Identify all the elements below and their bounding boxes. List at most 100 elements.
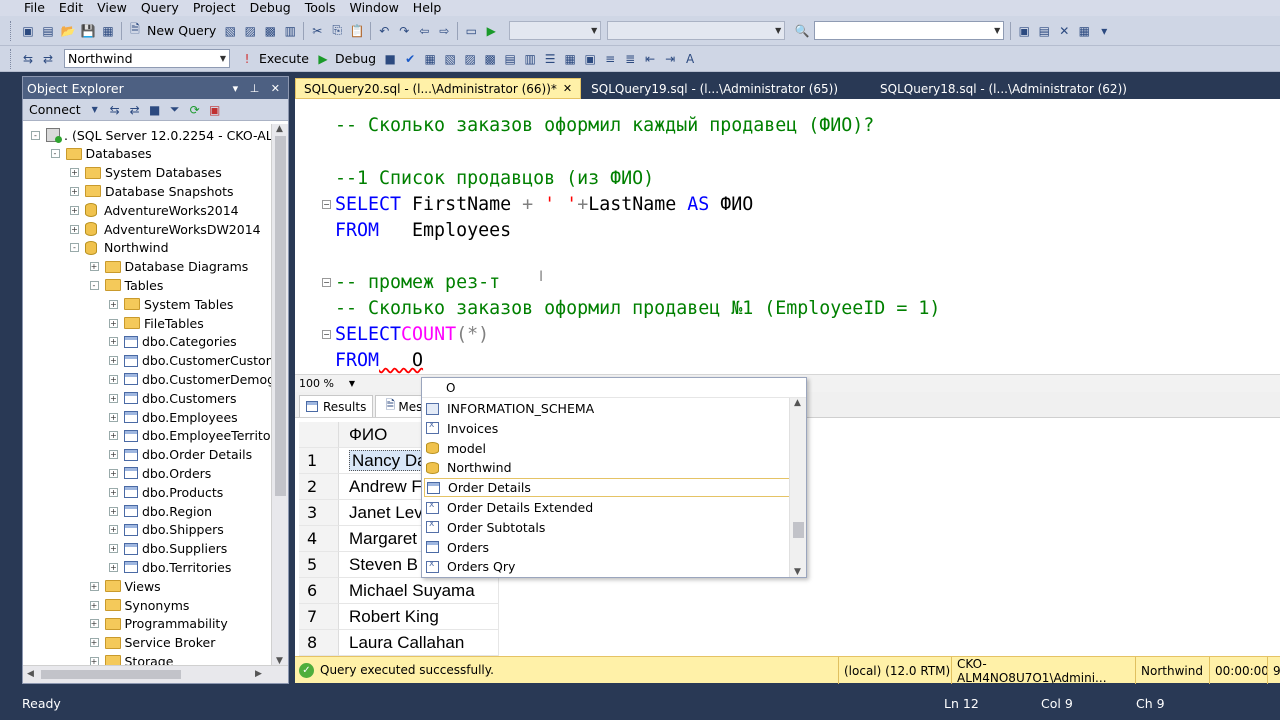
tree-node[interactable]: + dbo.Employees — [109, 408, 238, 426]
toolbar-grip[interactable] — [10, 20, 14, 41]
expand-icon[interactable]: + — [109, 487, 118, 497]
expand-icon[interactable]: + — [109, 506, 118, 516]
grid-corner[interactable] — [299, 422, 339, 448]
expand-icon[interactable]: + — [109, 562, 118, 572]
tree-node[interactable]: - . (SQL Server 12.0.2254 - CKO-ALM4I — [31, 126, 273, 144]
tree-vertical-scrollbar[interactable]: ▲ ▼ — [271, 124, 288, 666]
debug-button[interactable]: Debug — [335, 51, 376, 66]
expand-icon[interactable]: + — [109, 544, 118, 554]
toolbar-grip[interactable] — [10, 48, 14, 69]
expand-icon[interactable]: + — [109, 431, 118, 441]
collapse-icon[interactable]: - — [50, 149, 60, 159]
intellisense-item[interactable]: Invoices — [424, 419, 790, 438]
collapse-region-icon[interactable]: − — [322, 200, 331, 209]
results-to-file-icon[interactable]: ▣ — [581, 50, 599, 68]
table-row[interactable]: 7 Robert King — [299, 604, 499, 630]
intellisense-item[interactable]: Northwind — [424, 458, 790, 477]
change-connection-icon[interactable]: ⇄ — [39, 50, 57, 68]
collapse-icon[interactable]: - — [70, 243, 79, 253]
debug-icon[interactable]: ▶ — [314, 50, 332, 68]
document-tab[interactable]: SQLQuery20.sql - (l...\Administrator (66… — [295, 78, 582, 99]
tree-node[interactable]: + dbo.Order Details — [109, 446, 252, 464]
connect-dropdown-icon[interactable]: ▼ — [86, 101, 104, 119]
open-file-icon[interactable]: 📂 — [59, 22, 77, 40]
table-row[interactable]: 6 Michael Suyama — [299, 578, 499, 604]
disconnect-icon[interactable]: ⇄ — [126, 101, 144, 119]
expand-icon[interactable]: + — [109, 374, 118, 384]
registered-servers-icon[interactable]: ▦ — [1075, 22, 1093, 40]
expand-icon[interactable]: + — [89, 600, 99, 610]
cancel-query-icon[interactable]: ■ — [381, 50, 399, 68]
undo-icon[interactable]: ↶ — [375, 22, 393, 40]
expand-icon[interactable]: + — [109, 412, 118, 422]
find-icon[interactable]: 🔍 — [793, 22, 811, 40]
expand-icon[interactable]: + — [89, 619, 99, 629]
connect-icon[interactable]: ⇆ — [19, 50, 37, 68]
tree-node[interactable]: + FileTables — [109, 314, 204, 332]
screenshot-icon[interactable]: ▭ — [462, 22, 480, 40]
intellisense-item[interactable]: Order Details — [424, 478, 790, 498]
scroll-thumb[interactable] — [793, 522, 804, 538]
solution-explorer-icon[interactable]: ▣ — [1015, 22, 1033, 40]
available-databases-combo[interactable]: Northwind ▼ — [64, 49, 230, 68]
navigate-back-icon[interactable]: ⇦ — [415, 22, 433, 40]
menu-edit[interactable]: Edit — [52, 0, 90, 16]
collapse-icon[interactable]: - — [89, 280, 99, 290]
paste-icon[interactable]: 📋 — [348, 22, 366, 40]
decrease-indent-icon[interactable]: ⇤ — [641, 50, 659, 68]
expand-icon[interactable]: + — [109, 525, 118, 535]
tree-node[interactable]: + dbo.CustomerDemog — [109, 370, 273, 388]
copy-icon[interactable]: ⎘ — [328, 22, 346, 40]
tree-node[interactable]: - Northwind — [70, 239, 169, 257]
tree-node[interactable]: + dbo.Region — [109, 502, 212, 520]
expand-icon[interactable]: + — [109, 356, 118, 366]
menu-query[interactable]: Query — [134, 0, 186, 16]
connect-server-icon[interactable]: ⇆ — [106, 101, 124, 119]
intellisense-item[interactable]: INFORMATION_SCHEMA — [424, 399, 790, 418]
expand-icon[interactable]: + — [70, 224, 79, 234]
tree-node[interactable]: + Synonyms — [89, 596, 189, 614]
tree-node[interactable]: + Database Snapshots — [70, 182, 234, 200]
window-layout-icon[interactable]: ▾ — [1095, 22, 1113, 40]
expand-icon[interactable]: + — [70, 186, 79, 196]
tree-node[interactable]: + AdventureWorksDW2014 — [70, 220, 261, 238]
intellisense-item[interactable]: Order Details Extended — [424, 498, 790, 517]
menu-project[interactable]: Project — [186, 0, 243, 16]
new-query-button[interactable]: New Query — [147, 23, 216, 38]
grid-cell[interactable]: Laura Callahan — [339, 630, 499, 656]
intellisense-icon[interactable]: ▨ — [461, 50, 479, 68]
document-tab[interactable]: SQLQuery18.sql - (l...\Administrator (62… — [872, 78, 1135, 99]
properties-icon[interactable]: ▤ — [1035, 22, 1053, 40]
intellisense-scrollbar[interactable]: ▲ ▼ — [789, 398, 806, 577]
find-combo[interactable]: ▼ — [814, 21, 1005, 40]
save-icon[interactable]: 💾 — [79, 22, 97, 40]
tree-node[interactable]: + dbo.Shippers — [109, 521, 224, 539]
tree-node[interactable]: + Storage — [89, 652, 173, 666]
collapse-region-icon[interactable]: − — [322, 330, 331, 339]
collapse-icon[interactable]: - — [31, 130, 40, 140]
add-item-icon[interactable]: ▤ — [39, 22, 57, 40]
expand-icon[interactable]: + — [109, 468, 118, 478]
table-row[interactable]: 8 Laura Callahan — [299, 630, 499, 656]
query-designer-icon[interactable]: ▧ — [441, 50, 459, 68]
expand-icon[interactable]: + — [109, 337, 118, 347]
expand-icon[interactable]: + — [89, 638, 99, 648]
platform-combo[interactable]: ▼ — [607, 21, 786, 40]
intellisense-item[interactable]: model — [424, 439, 790, 458]
tree-node[interactable]: + dbo.Products — [109, 483, 223, 501]
expand-icon[interactable]: + — [109, 299, 118, 309]
grid-cell[interactable]: Robert King — [339, 604, 499, 630]
start-debug-icon[interactable]: ▶ — [482, 22, 500, 40]
tree-node[interactable]: + Service Broker — [89, 634, 215, 652]
activity-monitor-icon[interactable]: ▣ — [206, 101, 224, 119]
query-editor[interactable]: -- Сколько заказов оформил каждый продав… — [295, 99, 1280, 374]
tree-node[interactable]: + dbo.CustomerCustom — [109, 352, 273, 370]
live-stats-icon[interactable]: ▤ — [501, 50, 519, 68]
menu-view[interactable]: View — [90, 0, 134, 16]
save-all-icon[interactable]: ▦ — [99, 22, 117, 40]
intellisense-item[interactable]: Orders Qry — [424, 557, 790, 576]
tree-node[interactable]: - Tables — [89, 276, 163, 294]
cut-icon[interactable]: ✂ — [308, 22, 326, 40]
intellisense-item[interactable]: Orders — [424, 538, 790, 557]
tree-node[interactable]: + dbo.Orders — [109, 464, 211, 482]
